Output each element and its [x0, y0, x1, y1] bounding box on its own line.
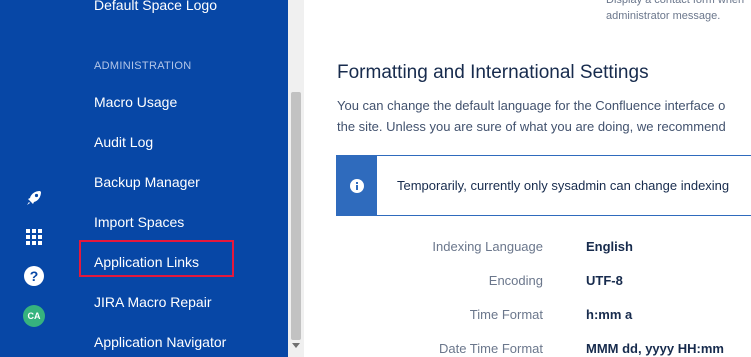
sidebar-item-default-space-logo[interactable]: Default Space Logo — [94, 0, 217, 13]
setting-label-date-time-format: Date Time Format — [438, 341, 543, 356]
top-note: Display a contact form when administrato… — [606, 0, 744, 24]
scroll-down-arrow-icon[interactable] — [292, 343, 300, 348]
rocket-icon[interactable] — [22, 186, 46, 210]
sidebar-item-audit-log[interactable]: Audit Log — [94, 134, 153, 150]
info-message-text: Temporarily, currently only sysadmin can… — [397, 178, 730, 193]
setting-value-encoding: UTF-8 — [586, 273, 623, 288]
sidebar-scrollbar[interactable] — [288, 0, 304, 357]
sidebar-item-import-spaces[interactable]: Import Spaces — [94, 214, 184, 230]
info-icon — [350, 178, 364, 193]
page-description: You can change the default language for … — [337, 95, 726, 137]
setting-label-indexing-language: Indexing Language — [432, 239, 543, 254]
setting-value-time-format: h:mm a — [586, 307, 633, 322]
main-content: Display a contact form when administrato… — [304, 0, 751, 357]
sidebar-item-application-navigator[interactable]: Application Navigator — [94, 334, 226, 350]
setting-value-indexing-language: English — [586, 239, 633, 254]
admin-sidebar: Default Space Logo ADMINISTRATION Macro … — [66, 0, 288, 357]
sidebar-heading-administration: ADMINISTRATION — [94, 60, 192, 72]
help-icon[interactable]: ? — [22, 264, 46, 288]
svg-text:?: ? — [30, 268, 39, 284]
sidebar-item-backup-manager[interactable]: Backup Manager — [94, 174, 200, 190]
setting-value-date-time-format: MMM dd, yyyy HH:mm — [586, 341, 724, 356]
sidebar-item-jira-macro-repair[interactable]: JIRA Macro Repair — [94, 294, 211, 310]
avatar[interactable]: CA — [23, 305, 45, 327]
top-note-line-2: administrator message. — [606, 10, 721, 22]
description-line-1: You can change the default language for … — [337, 98, 726, 113]
description-line-2: the site. Unless you are sure of what yo… — [337, 119, 726, 134]
sidebar-item-macro-usage[interactable]: Macro Usage — [94, 94, 177, 110]
page-title: Formatting and International Settings — [337, 62, 649, 83]
app-switcher-icon[interactable] — [22, 225, 46, 249]
top-note-line-1: Display a contact form when — [606, 0, 745, 6]
setting-label-time-format: Time Format — [469, 307, 543, 322]
avatar-initials: CA — [27, 311, 41, 321]
info-strip — [337, 156, 377, 215]
setting-label-encoding: Encoding — [488, 273, 543, 288]
scrollbar-thumb[interactable] — [291, 92, 301, 340]
sidebar-item-application-links[interactable]: Application Links — [94, 254, 199, 270]
global-nav-rail: ? CA — [0, 0, 66, 357]
info-message-box: Temporarily, currently only sysadmin can… — [336, 155, 751, 216]
